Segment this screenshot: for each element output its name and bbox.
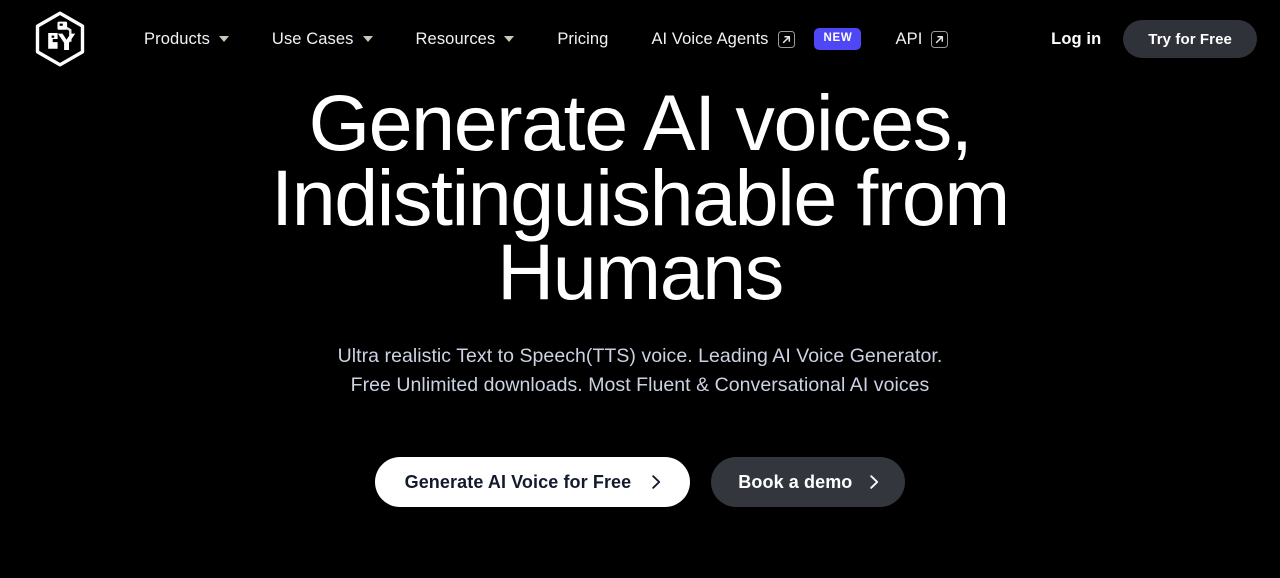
nav-item-resources[interactable]: Resources xyxy=(416,30,515,49)
subtitle-line-1: Ultra realistic Text to Speech(TTS) voic… xyxy=(337,344,943,367)
book-a-demo-label: Book a demo xyxy=(738,471,853,492)
generate-ai-voice-button[interactable]: Generate AI Voice for Free xyxy=(374,457,691,508)
chevron-right-icon xyxy=(869,474,880,490)
hero-subtitle: Ultra realistic Text to Speech(TTS) voic… xyxy=(338,342,943,401)
nav-label-products: Products xyxy=(144,29,210,48)
nav-item-use-cases[interactable]: Use Cases xyxy=(272,30,373,49)
status-badge-new: NEW xyxy=(813,28,862,50)
brand-logo[interactable] xyxy=(30,10,90,68)
nav-item-ai-voice-agents[interactable]: AI Voice Agents NEW xyxy=(651,28,862,50)
page-title: Generate AI voices, Indistinguishable fr… xyxy=(271,83,1010,311)
subtitle-line-2: Free Unlimited downloads. Most Fluent & … xyxy=(350,374,930,397)
nav-label-resources: Resources xyxy=(415,29,496,48)
nav-actions: Log in Try for Free xyxy=(1051,0,1257,78)
primary-nav: Products Use Cases Resources Pricing AI … xyxy=(144,0,991,78)
nav-item-pricing[interactable]: Pricing xyxy=(557,30,608,49)
chevron-right-icon xyxy=(651,474,662,490)
external-link-icon xyxy=(777,30,795,48)
chevron-down-icon xyxy=(362,36,373,42)
external-link-icon xyxy=(931,30,949,48)
try-for-free-button[interactable]: Try for Free xyxy=(1123,20,1257,58)
generate-ai-voice-label: Generate AI Voice for Free xyxy=(404,471,632,492)
landing-page: Products Use Cases Resources Pricing AI … xyxy=(0,0,1280,578)
nav-label-use-cases: Use Cases xyxy=(271,29,354,48)
cube-hexagon-logo-icon xyxy=(31,10,89,68)
chevron-down-icon xyxy=(218,36,229,42)
hero-cta-row: Generate AI Voice for Free Book a demo xyxy=(374,457,906,508)
nav-item-api[interactable]: API xyxy=(895,29,949,49)
book-a-demo-button[interactable]: Book a demo xyxy=(711,457,906,508)
nav-item-products[interactable]: Products xyxy=(144,30,229,49)
headline-line-3: Humans xyxy=(497,227,784,317)
nav-label-api: API xyxy=(895,29,923,48)
nav-label-pricing: Pricing xyxy=(557,29,609,48)
chevron-down-icon xyxy=(504,36,515,42)
login-link[interactable]: Log in xyxy=(1051,30,1101,49)
top-navbar: Products Use Cases Resources Pricing AI … xyxy=(0,0,1280,78)
nav-label-ai-voice-agents: AI Voice Agents xyxy=(651,29,769,48)
hero-section: Generate AI voices, Indistinguishable fr… xyxy=(0,78,1280,508)
